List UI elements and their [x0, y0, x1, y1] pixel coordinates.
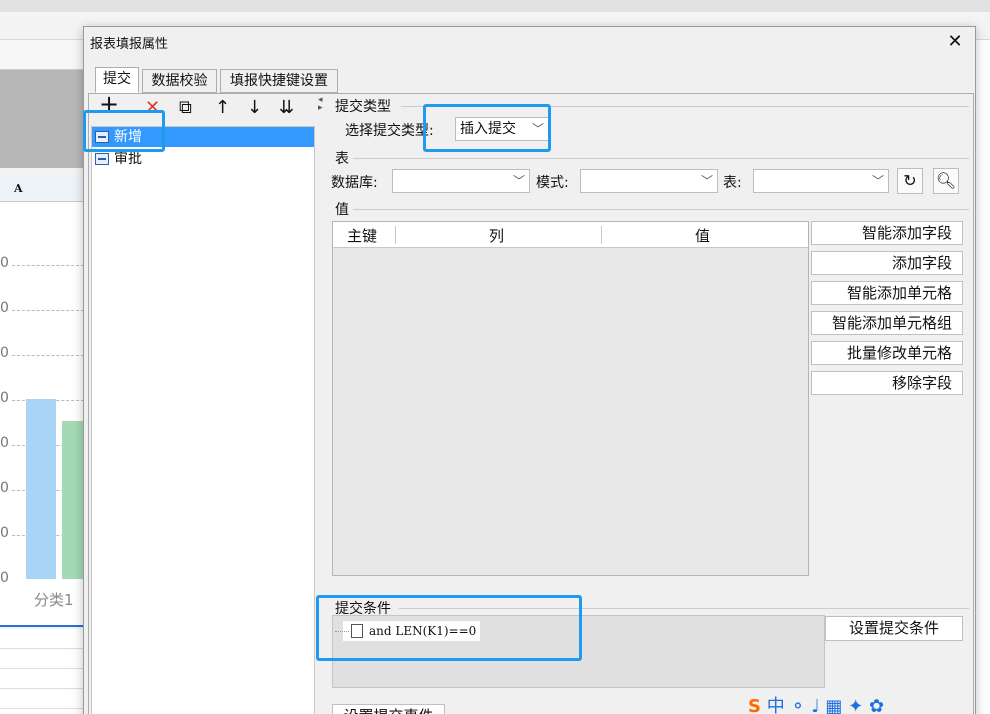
axis-tick: 0 — [0, 390, 9, 406]
list-item-label: 审批 — [114, 151, 142, 167]
smart-add-cell-button[interactable]: 智能添加单元格 — [811, 281, 963, 305]
smart-add-field-button[interactable]: 智能添加字段 — [811, 221, 963, 245]
axis-tick: 0 — [0, 525, 9, 541]
remove-field-button[interactable]: 移除字段 — [811, 371, 963, 395]
ruler — [0, 40, 90, 70]
chevron-down-icon: ﹀ — [871, 174, 884, 188]
move-bottom-icon[interactable]: ⇊ — [279, 98, 294, 118]
database-select[interactable]: ﹀ — [392, 169, 530, 193]
column-header-value[interactable]: 值 — [695, 225, 710, 246]
column-separator — [395, 226, 396, 244]
smart-add-cell-group-button[interactable]: 智能添加单元格组 — [811, 311, 963, 335]
submit-item-icon — [95, 153, 109, 165]
chevron-down-icon: ﹀ — [512, 174, 525, 188]
highlight-box — [316, 595, 582, 661]
set-submit-event-button[interactable]: 设置提交事件 — [332, 704, 445, 714]
column-header-column[interactable]: 列 — [489, 225, 504, 246]
database-label: 数据库: — [331, 175, 378, 191]
app-tab-strip — [0, 0, 990, 12]
axis-tick: 0 — [0, 435, 9, 451]
schema-label: 模式: — [536, 175, 569, 191]
move-down-icon[interactable]: ↓ — [247, 98, 262, 118]
values-group-label: 值 — [335, 202, 349, 218]
table-header: 主键 列 值 — [333, 222, 808, 248]
axis-tick: 0 — [0, 570, 9, 586]
chart-bar — [26, 399, 56, 579]
canvas-margin — [0, 70, 90, 168]
background-chart: 0 0 0 0 0 0 0 0 分类1 — [0, 202, 90, 627]
gridline — [12, 355, 84, 356]
chevron-down-icon: ﹀ — [700, 174, 713, 188]
submit-type-label: 选择提交类型: — [345, 123, 434, 139]
highlight-box — [423, 104, 551, 152]
axis-tick: 0 — [0, 480, 9, 496]
gridline — [12, 310, 84, 311]
batch-modify-cells-button[interactable]: 批量修改单元格 — [811, 341, 963, 365]
refresh-icon[interactable]: ↻ — [897, 168, 923, 194]
right-scroll-strip — [974, 40, 990, 714]
submit-type-group-label: 提交类型 — [335, 99, 391, 115]
close-icon[interactable]: ✕ — [943, 31, 967, 53]
schema-select[interactable]: ﹀ — [580, 169, 718, 193]
tab-shortcut-settings[interactable]: 填报快捷键设置 — [220, 69, 338, 93]
table-group-label: 表 — [335, 151, 349, 167]
splitter-handle[interactable]: ◂ ▸ — [318, 96, 324, 126]
group-divider — [353, 209, 969, 210]
dialog-title: 报表填报属性 — [90, 37, 169, 52]
column-header-label: A — [14, 182, 23, 195]
gridline — [12, 265, 84, 266]
preview-icon[interactable]: 🔍︎ — [933, 168, 959, 194]
copy-icon[interactable]: ⧉ — [179, 98, 192, 118]
field-mapping-table[interactable]: 主键 列 值 — [332, 221, 809, 576]
axis-tick: 0 — [0, 255, 9, 271]
column-separator — [601, 226, 602, 244]
move-up-icon[interactable]: ↑ — [215, 98, 230, 118]
submission-list: 新增 审批 — [91, 126, 315, 714]
floating-toolbar-overlay: S 中 ⚬ ♩ ▦ ✦ ✿ — [748, 696, 885, 714]
category-label: 分类1 — [34, 591, 74, 609]
column-header-primary-key[interactable]: 主键 — [347, 225, 377, 246]
group-divider — [353, 158, 969, 159]
sheet-rows — [0, 629, 90, 714]
axis-tick: 0 — [0, 300, 9, 316]
column-header[interactable]: A — [0, 176, 90, 202]
tab-data-validation[interactable]: 数据校验 — [142, 69, 217, 93]
table-label: 表: — [723, 175, 742, 191]
set-condition-button[interactable]: 设置提交条件 — [825, 616, 963, 641]
table-select[interactable]: ﹀ — [753, 169, 889, 193]
axis-tick: 0 — [0, 345, 9, 361]
add-field-button[interactable]: 添加字段 — [811, 251, 963, 275]
list-item[interactable]: 审批 — [92, 149, 314, 169]
highlight-box — [83, 110, 165, 152]
